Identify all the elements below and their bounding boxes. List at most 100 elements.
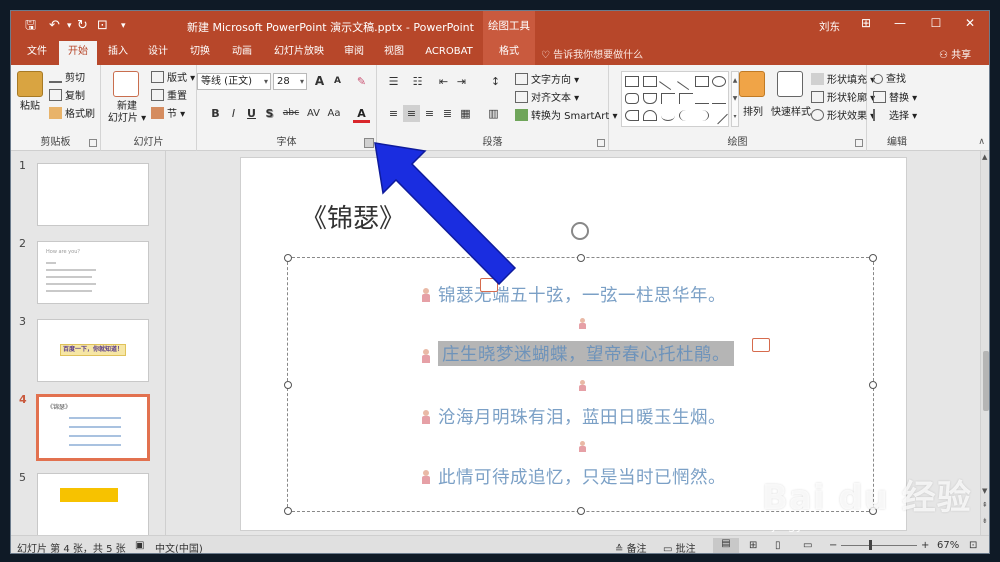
line-spacing-icon[interactable]: ↕ (487, 73, 504, 90)
comment-icon[interactable] (480, 278, 498, 292)
star-shape-icon[interactable] (710, 106, 728, 125)
justify-icon[interactable]: ≣ (439, 105, 456, 122)
find-button[interactable]: 查找 (873, 73, 906, 87)
rectangle-shape-icon[interactable] (695, 76, 709, 87)
reading-view-icon[interactable]: ▯ (775, 540, 781, 551)
slide-thumbnail-4[interactable]: 《锦瑟》 (36, 394, 150, 461)
spellcheck-icon[interactable]: ▣ (135, 540, 144, 551)
slide-thumbnail-5[interactable] (37, 473, 149, 536)
textbox-shape-icon[interactable] (625, 76, 639, 87)
zoom-slider[interactable] (841, 545, 917, 546)
curve-shape-icon[interactable] (661, 110, 675, 121)
next-slide-icon[interactable]: ⇟ (982, 517, 988, 525)
fit-to-window-icon[interactable]: ⊡ (969, 540, 977, 551)
arc-shape-icon[interactable] (643, 110, 657, 121)
shape-effects-button[interactable]: 形状效果 ▾ (811, 109, 875, 124)
poem-line-3[interactable]: 沧海月明珠有泪，蓝田日暖玉生烟。 (438, 404, 726, 429)
distributed-icon[interactable]: ▦ (457, 105, 474, 122)
triangle-shape-icon[interactable] (643, 93, 657, 104)
zoom-level[interactable]: 67% (937, 540, 959, 551)
comment-icon[interactable] (752, 338, 770, 352)
shape-fill-button[interactable]: 形状填充 ▾ (811, 73, 875, 88)
tab-slideshow[interactable]: 幻灯片放映 (269, 41, 329, 65)
tab-review[interactable]: 审阅 (337, 41, 371, 65)
character-spacing-icon[interactable]: AV (305, 105, 322, 122)
tell-me-search[interactable]: ♡ 告诉我你想要做什么 (541, 46, 643, 61)
format-painter-button[interactable]: 格式刷 (49, 107, 95, 122)
curved-connector-shape-icon[interactable] (679, 93, 693, 104)
layout-button[interactable]: 版式 ▾ (151, 71, 195, 86)
resize-handle-left[interactable] (284, 381, 292, 389)
tab-transitions[interactable]: 切换 (183, 41, 217, 65)
paste-icon[interactable] (17, 71, 43, 97)
quick-styles-button[interactable]: 快速样式 (767, 107, 815, 119)
columns-icon[interactable]: ▥ (485, 105, 502, 122)
right-arrow-shape-icon[interactable] (695, 93, 709, 104)
replace-button[interactable]: 替换 ▾ (873, 91, 917, 106)
italic-button[interactable]: I (225, 105, 242, 122)
align-center-icon[interactable]: ≡ (403, 105, 420, 122)
align-right-icon[interactable]: ≡ (421, 105, 438, 122)
poem-line-4[interactable]: 此情可待成追忆，只是当时已惘然。 (438, 464, 726, 489)
reset-button[interactable]: 重置 (151, 89, 187, 104)
tab-file[interactable]: 文件 (17, 41, 57, 65)
tab-format[interactable]: 格式 (483, 41, 535, 65)
grow-font-button[interactable]: A (311, 73, 328, 90)
scroll-down-icon[interactable]: ▼ (982, 487, 987, 495)
scroll-up-icon[interactable]: ▲ (982, 153, 987, 161)
strikethrough-button[interactable]: abc (279, 105, 303, 122)
scrollbar-thumb[interactable] (983, 351, 989, 411)
slide-thumbnail-1[interactable] (37, 163, 149, 226)
undo-dropdown-icon[interactable]: ▾ (67, 18, 72, 34)
language-indicator[interactable]: 中文(中国) (155, 540, 203, 553)
font-name-combo[interactable]: 等线 (正文) ▾ (197, 73, 271, 90)
down-arrow-shape-icon[interactable] (712, 93, 726, 104)
cut-button[interactable]: 剪切 (49, 71, 85, 86)
arrange-button[interactable]: 排列 (735, 107, 771, 119)
clipboard-dialog-launcher[interactable] (89, 139, 97, 147)
rounded-rect-shape-icon[interactable] (625, 93, 639, 104)
bullets-icon[interactable]: ☰ (385, 73, 402, 90)
select-button[interactable]: 选择 ▾ (873, 109, 917, 124)
drawing-dialog-launcher[interactable] (855, 139, 863, 147)
close-icon[interactable]: ✕ (955, 16, 985, 30)
vertical-textbox-shape-icon[interactable] (643, 76, 657, 87)
slide-sorter-icon[interactable]: ⊞ (749, 540, 757, 551)
normal-view-icon[interactable]: ▤ (713, 538, 739, 553)
resize-handle-bottom[interactable] (577, 507, 585, 515)
new-slide-button[interactable]: 新建 幻灯片 ▾ (105, 101, 149, 125)
poem-line-2-selected[interactable]: 庄生晓梦迷蝴蝶，望帝春心托杜鹃。 (438, 341, 734, 366)
new-slide-icon[interactable] (113, 71, 139, 97)
font-size-combo[interactable]: 28 ▾ (273, 73, 307, 90)
tab-insert[interactable]: 插入 (101, 41, 135, 65)
clear-formatting-icon[interactable]: ✎ (353, 73, 370, 90)
arrow-line-shape-icon[interactable] (677, 72, 695, 91)
redo-icon[interactable]: ↻ (77, 18, 88, 34)
resize-handle-top-left[interactable] (284, 254, 292, 262)
zoom-in-icon[interactable]: + (921, 540, 929, 551)
slide-thumbnail-3[interactable]: 百度一下，你就知道！ (37, 319, 149, 382)
tab-home[interactable]: 开始 (59, 41, 97, 65)
maximize-icon[interactable]: ☐ (921, 16, 951, 30)
previous-slide-icon[interactable]: ⇞ (982, 501, 988, 509)
user-name[interactable]: 刘东 (819, 19, 840, 34)
collapse-ribbon-icon[interactable]: ∧ (978, 137, 985, 147)
callout-shape-icon[interactable] (625, 110, 639, 121)
align-text-button[interactable]: 对齐文本 ▾ (515, 91, 579, 106)
resize-handle-right[interactable] (869, 381, 877, 389)
brace-left-shape-icon[interactable] (679, 110, 693, 121)
paragraph-dialog-launcher[interactable] (597, 139, 605, 147)
tab-acrobat[interactable]: ACROBAT (419, 41, 479, 65)
paste-button[interactable]: 粘贴 (15, 101, 45, 113)
undo-icon[interactable]: ↶ (49, 18, 60, 34)
customize-qat-icon[interactable]: ▾ (121, 18, 126, 34)
oval-shape-icon[interactable] (712, 76, 726, 87)
shape-outline-button[interactable]: 形状轮廓 ▾ (811, 91, 875, 106)
zoom-slider-thumb[interactable] (869, 540, 872, 550)
align-left-icon[interactable]: ≡ (385, 105, 402, 122)
resize-handle-bottom-left[interactable] (284, 507, 292, 515)
underline-button[interactable]: U (243, 105, 260, 122)
decrease-indent-icon[interactable]: ⇤ (435, 73, 452, 90)
section-button[interactable]: 节 ▾ (151, 107, 185, 122)
arrange-icon[interactable] (739, 71, 765, 97)
